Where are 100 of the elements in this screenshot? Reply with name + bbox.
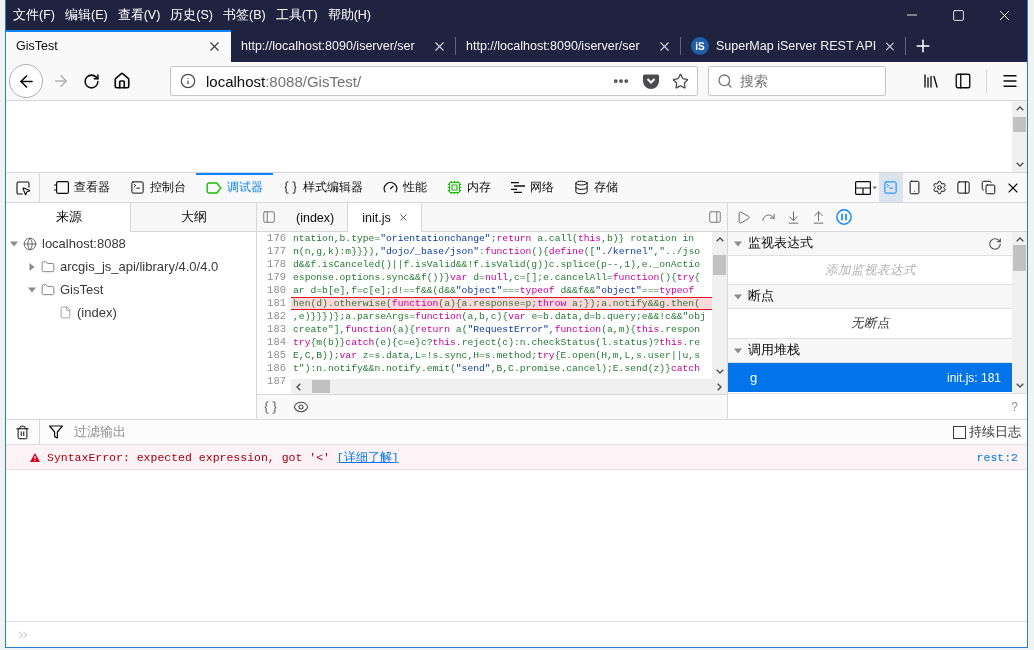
line-number: 183: [266, 323, 287, 336]
folder-icon: [41, 259, 55, 274]
browser-tab[interactable]: http://localhost:8090/iserver/ser: [456, 30, 681, 62]
scroll-right-icon[interactable]: [717, 382, 722, 391]
terminal-icon: [883, 180, 898, 195]
scroll-up-icon[interactable]: [1015, 106, 1024, 111]
sidebar-icon[interactable]: [954, 72, 972, 90]
code-line: esponse.options.sync&&f())}var d=null,c=[];e.cancelAll=function(){try{: [292, 271, 702, 284]
editor-tab[interactable]: (index): [281, 203, 348, 232]
editor-tab[interactable]: init.js: [347, 203, 422, 232]
scroll-up-icon[interactable]: [1015, 237, 1024, 242]
line-number: 178: [266, 258, 287, 271]
browser-tab[interactable]: GisTest: [6, 30, 231, 62]
arrow-down-to-line-icon[interactable]: [786, 209, 801, 225]
checkbox[interactable]: [953, 425, 966, 439]
menu-item[interactable]: 帮助(H): [322, 4, 376, 26]
source-link[interactable]: rest:2: [976, 450, 1018, 464]
pick-element-icon[interactable]: [14, 179, 31, 196]
scrollbar-thumb[interactable]: [713, 255, 726, 275]
caret-right-icon[interactable]: [28, 262, 36, 271]
devtools-tab[interactable]: 性能: [373, 173, 437, 202]
scrollbar-thumb[interactable]: [1013, 117, 1026, 132]
vertical-scrollbar[interactable]: [1012, 232, 1027, 393]
refresh-icon[interactable]: [988, 236, 1002, 251]
code-line: d&&f.isCanceled()||f.isValid&&!f.isValid(g))c.splice(p--,1),e._onActio: [292, 258, 701, 271]
menu-icon[interactable]: [1001, 72, 1019, 90]
menu-item[interactable]: 工具(T): [270, 4, 323, 26]
caret-down-icon[interactable]: [28, 285, 36, 294]
caret-down-icon[interactable]: [734, 346, 742, 355]
back-button[interactable]: [9, 64, 43, 98]
caret-down-icon[interactable]: [734, 292, 742, 301]
filter-field[interactable]: 过滤输出: [72, 421, 944, 443]
scroll-down-icon[interactable]: [1015, 383, 1024, 388]
call-stack-frame[interactable]: g init.js: 181: [728, 363, 1012, 392]
close-icon[interactable]: [397, 212, 409, 223]
layout-icon[interactable]: [855, 180, 878, 195]
devtools-tab[interactable]: 样式编辑器: [273, 173, 373, 202]
menu-item[interactable]: 书签(B): [218, 4, 271, 26]
line-number: 176: [266, 232, 287, 245]
section-header[interactable]: 监视表达式: [728, 232, 1012, 256]
scrollbar-thumb[interactable]: [312, 380, 330, 393]
chip-icon: [447, 180, 462, 195]
panel-tab[interactable]: 大纲: [131, 203, 256, 232]
play-icon[interactable]: [736, 209, 751, 225]
vertical-scrollbar[interactable]: [712, 232, 727, 379]
caret-down-icon[interactable]: [10, 239, 18, 248]
horizontal-scrollbar[interactable]: [291, 379, 727, 394]
settings-icon[interactable]: [931, 180, 947, 195]
url-text: localhost:8088/GisTest/: [206, 72, 363, 90]
funnel-icon[interactable]: [49, 425, 63, 439]
section-header[interactable]: 调用堆栈: [728, 339, 1012, 363]
star-icon[interactable]: [672, 72, 689, 90]
arrow-up-from-line-icon[interactable]: [811, 209, 826, 225]
tree-item[interactable]: localhost:8088: [42, 236, 126, 251]
section-header[interactable]: 断点: [728, 285, 1012, 309]
menu-item[interactable]: 历史(S): [165, 4, 218, 26]
tree-item[interactable]: GisTest: [60, 282, 104, 297]
devtools-tab[interactable]: 网络: [501, 173, 564, 202]
library-icon[interactable]: [922, 72, 940, 90]
panel-left-icon[interactable]: [262, 210, 276, 224]
scroll-up-icon[interactable]: [715, 237, 724, 242]
scroll-down-icon[interactable]: [1015, 162, 1024, 167]
menu-item[interactable]: 文件(F): [8, 4, 60, 26]
pause-icon[interactable]: [836, 209, 852, 225]
trash-icon[interactable]: [15, 424, 30, 440]
braces-icon[interactable]: [263, 399, 278, 415]
two-windows-icon[interactable]: [980, 180, 996, 195]
phone-icon[interactable]: [907, 180, 923, 195]
shield-icon[interactable]: [643, 73, 659, 89]
browser-tab[interactable]: http://localhost:8090/iserver/ser: [231, 30, 456, 62]
maximize-icon[interactable]: [951, 8, 965, 22]
file-icon: [59, 306, 72, 319]
eye-icon[interactable]: [293, 399, 309, 415]
panel-right-icon[interactable]: [956, 180, 972, 195]
devtools-tab[interactable]: 查看器: [44, 173, 120, 202]
vertical-scrollbar[interactable]: [1012, 101, 1027, 172]
scroll-down-icon[interactable]: [715, 369, 724, 374]
scrollbar-thumb[interactable]: [1013, 245, 1026, 271]
caret-down-icon[interactable]: [734, 239, 742, 248]
terminal-icon: [130, 180, 145, 195]
devtools-tab[interactable]: 内存: [437, 173, 501, 202]
devtools-tab[interactable]: 调试器: [196, 173, 273, 202]
tree-item[interactable]: (index): [77, 305, 117, 320]
devtools-tab[interactable]: 存储: [564, 173, 628, 202]
tree-item[interactable]: arcgis_js_api/library/4.0/4.0: [60, 259, 219, 274]
reload-icon[interactable]: [83, 72, 100, 90]
devtools-tab[interactable]: 控制台: [120, 173, 196, 202]
search-field[interactable]: 搜索: [708, 66, 886, 96]
info-icon[interactable]: [180, 73, 196, 89]
browser-tab[interactable]: iS SuperMap iServer REST API: [681, 30, 906, 62]
code-line: t"):n.notify&&n.notify.emit("send",B,C.promise.cancel);E.send(z)}catch: [292, 362, 701, 375]
frame-location: init.js: 181: [946, 370, 1001, 385]
code-line: create"],function(a){return a("RequestError",function(a,m){this.respon: [292, 323, 702, 336]
home-icon[interactable]: [113, 72, 131, 90]
address-field[interactable]: localhost:8088/GisTest/: [170, 66, 698, 96]
menu-item[interactable]: 查看(V): [112, 4, 166, 26]
scroll-left-icon[interactable]: [296, 382, 301, 391]
learn-more-link[interactable]: [详细了解]: [336, 450, 399, 464]
line-number: 180: [266, 284, 287, 297]
menu-item[interactable]: 编辑(E): [59, 4, 113, 26]
